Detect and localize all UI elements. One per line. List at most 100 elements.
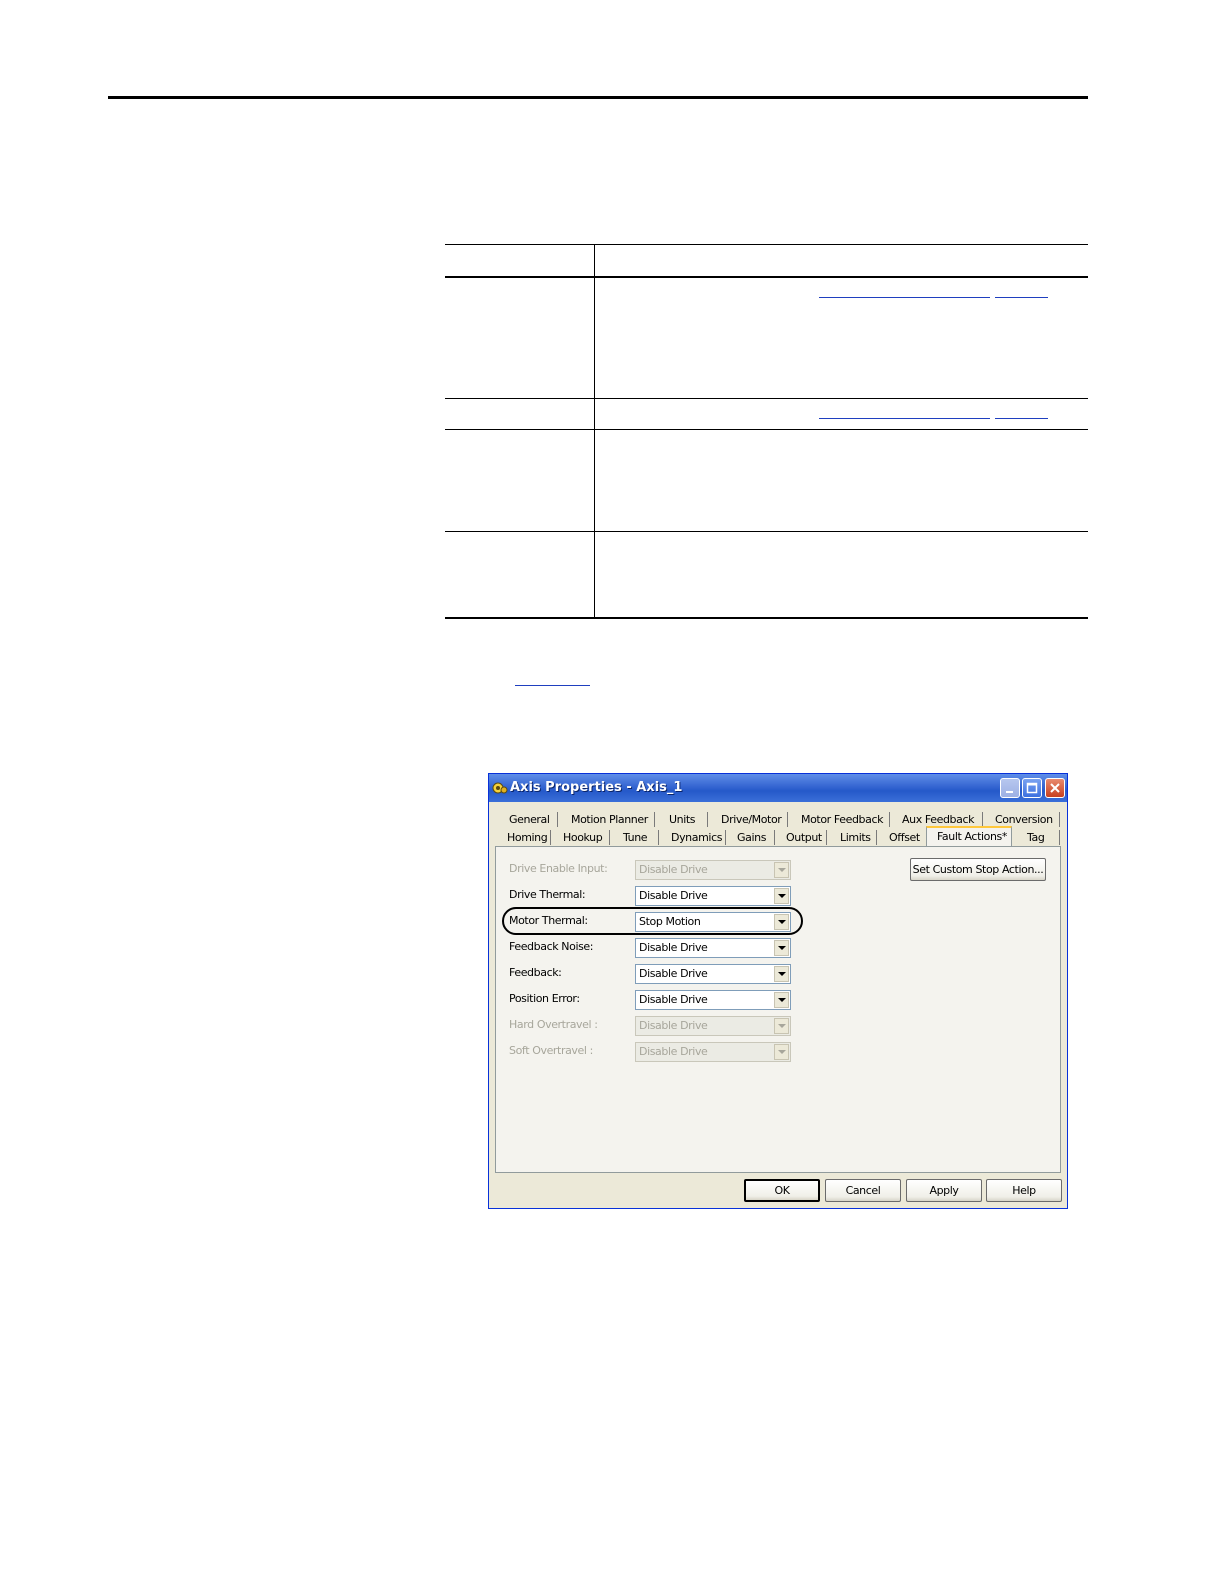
soft-overtravel-label: Soft Overtravel :	[509, 1044, 593, 1057]
tab-limits[interactable]: Limits	[840, 830, 871, 846]
feedback-noise-select[interactable]: Disable Drive	[635, 938, 791, 958]
tab-drive-motor[interactable]: Drive/Motor	[721, 812, 782, 828]
tab-separator	[707, 812, 708, 827]
drive-enable-input-label: Drive Enable Input:	[509, 862, 608, 875]
tab-tune[interactable]: Tune	[623, 830, 648, 846]
tab-separator	[889, 812, 890, 827]
tab-units[interactable]: Units	[669, 812, 696, 828]
chevron-down-icon	[778, 920, 786, 924]
drive-thermal-select[interactable]: Disable Drive	[635, 886, 791, 906]
drive-enable-input-select: Disable Drive	[635, 860, 791, 880]
tab-separator	[658, 830, 659, 845]
feedback-select[interactable]: Disable Drive	[635, 964, 791, 984]
feedback-noise-value: Disable Drive	[639, 941, 708, 954]
tab-fault-actions[interactable]: Fault Actions*	[926, 826, 1012, 847]
table-bottom-border	[445, 617, 1088, 619]
tab-motion-planner[interactable]: Motion Planner	[571, 812, 648, 828]
tab-separator	[550, 830, 551, 845]
hard-overtravel-label: Hard Overtravel :	[509, 1018, 598, 1031]
hard-overtravel-select: Disable Drive	[635, 1016, 791, 1036]
chevron-down-icon	[778, 972, 786, 976]
chevron-down-icon	[778, 1050, 786, 1054]
chevron-down-icon	[778, 998, 786, 1002]
figure-link[interactable]	[515, 685, 590, 686]
minimize-button[interactable]	[1000, 778, 1020, 798]
table-row-divider	[445, 429, 1088, 430]
tab-separator	[1059, 812, 1060, 827]
motor-thermal-label: Motor Thermal:	[509, 914, 588, 927]
tab-output[interactable]: Output	[786, 830, 822, 846]
axis-icon	[492, 782, 508, 794]
dropdown-arrow	[774, 862, 789, 878]
tab-fault-actions-label: Fault Actions*	[937, 830, 1007, 843]
tab-separator	[826, 830, 827, 845]
maximize-button[interactable]	[1022, 778, 1042, 798]
motor-thermal-value: Stop Motion	[639, 915, 701, 928]
tab-separator	[876, 830, 877, 845]
tab-offset[interactable]: Offset	[889, 830, 920, 846]
table-row-divider	[445, 531, 1088, 532]
cross-reference-link[interactable]	[819, 418, 990, 419]
position-error-label: Position Error:	[509, 992, 580, 1005]
motor-thermal-select[interactable]: Stop Motion	[635, 912, 791, 932]
dropdown-arrow[interactable]	[774, 940, 789, 956]
hard-overtravel-value: Disable Drive	[639, 1019, 708, 1032]
fault-table	[445, 244, 1088, 619]
tab-hookup[interactable]: Hookup	[563, 830, 603, 846]
dialog-title: Axis Properties - Axis_1	[510, 780, 683, 795]
ok-button[interactable]: OK	[744, 1179, 820, 1202]
chevron-down-icon	[778, 868, 786, 872]
tab-general[interactable]: General	[509, 812, 550, 828]
table-column-divider	[594, 244, 595, 619]
table-row-divider	[445, 398, 1088, 399]
set-custom-stop-action-button[interactable]: Set Custom Stop Action...	[910, 858, 1046, 881]
chevron-down-icon	[778, 946, 786, 950]
tab-separator	[774, 830, 775, 845]
page-link[interactable]	[995, 297, 1048, 298]
tab-gains[interactable]: Gains	[737, 830, 766, 846]
page-top-rule	[108, 96, 1088, 99]
tab-motor-feedback[interactable]: Motor Feedback	[801, 812, 883, 828]
title-bar[interactable]: Axis Properties - Axis_1	[489, 774, 1067, 802]
close-button[interactable]	[1045, 778, 1065, 798]
maximize-icon	[1026, 782, 1038, 794]
drive-enable-input-value: Disable Drive	[639, 863, 708, 876]
feedback-noise-label: Feedback Noise:	[509, 940, 594, 953]
tab-dynamics[interactable]: Dynamics	[671, 830, 722, 846]
tab-separator	[982, 812, 983, 827]
minimize-icon	[1006, 791, 1013, 793]
tab-separator	[654, 812, 655, 827]
axis-properties-dialog: Axis Properties - Axis_1 General Motion …	[488, 773, 1068, 1209]
drive-thermal-label: Drive Thermal:	[509, 888, 586, 901]
table-top-border	[445, 244, 1088, 245]
cross-reference-link[interactable]	[819, 297, 990, 298]
dropdown-arrow[interactable]	[774, 888, 789, 904]
page-link[interactable]	[995, 418, 1048, 419]
soft-overtravel-select: Disable Drive	[635, 1042, 791, 1062]
tab-separator	[609, 830, 610, 845]
tab-homing[interactable]: Homing	[507, 830, 548, 846]
position-error-select[interactable]: Disable Drive	[635, 990, 791, 1010]
drive-thermal-value: Disable Drive	[639, 889, 708, 902]
dropdown-arrow[interactable]	[774, 966, 789, 982]
tab-separator	[787, 812, 788, 827]
close-icon	[1050, 783, 1060, 793]
chevron-down-icon	[778, 894, 786, 898]
dropdown-arrow[interactable]	[774, 992, 789, 1008]
tab-separator	[557, 812, 558, 827]
dropdown-arrow[interactable]	[774, 914, 789, 930]
tab-separator	[725, 830, 726, 845]
position-error-value: Disable Drive	[639, 993, 708, 1006]
table-header-border	[445, 276, 1088, 278]
chevron-down-icon	[778, 1024, 786, 1028]
tab-separator	[1059, 830, 1060, 845]
soft-overtravel-value: Disable Drive	[639, 1045, 708, 1058]
feedback-label: Feedback:	[509, 966, 562, 979]
help-button[interactable]: Help	[986, 1179, 1062, 1202]
cancel-button[interactable]: Cancel	[825, 1179, 901, 1202]
tab-tag[interactable]: Tag	[1027, 830, 1045, 846]
dropdown-arrow	[774, 1044, 789, 1060]
feedback-value: Disable Drive	[639, 967, 708, 980]
dropdown-arrow	[774, 1018, 789, 1034]
apply-button[interactable]: Apply	[906, 1179, 982, 1202]
